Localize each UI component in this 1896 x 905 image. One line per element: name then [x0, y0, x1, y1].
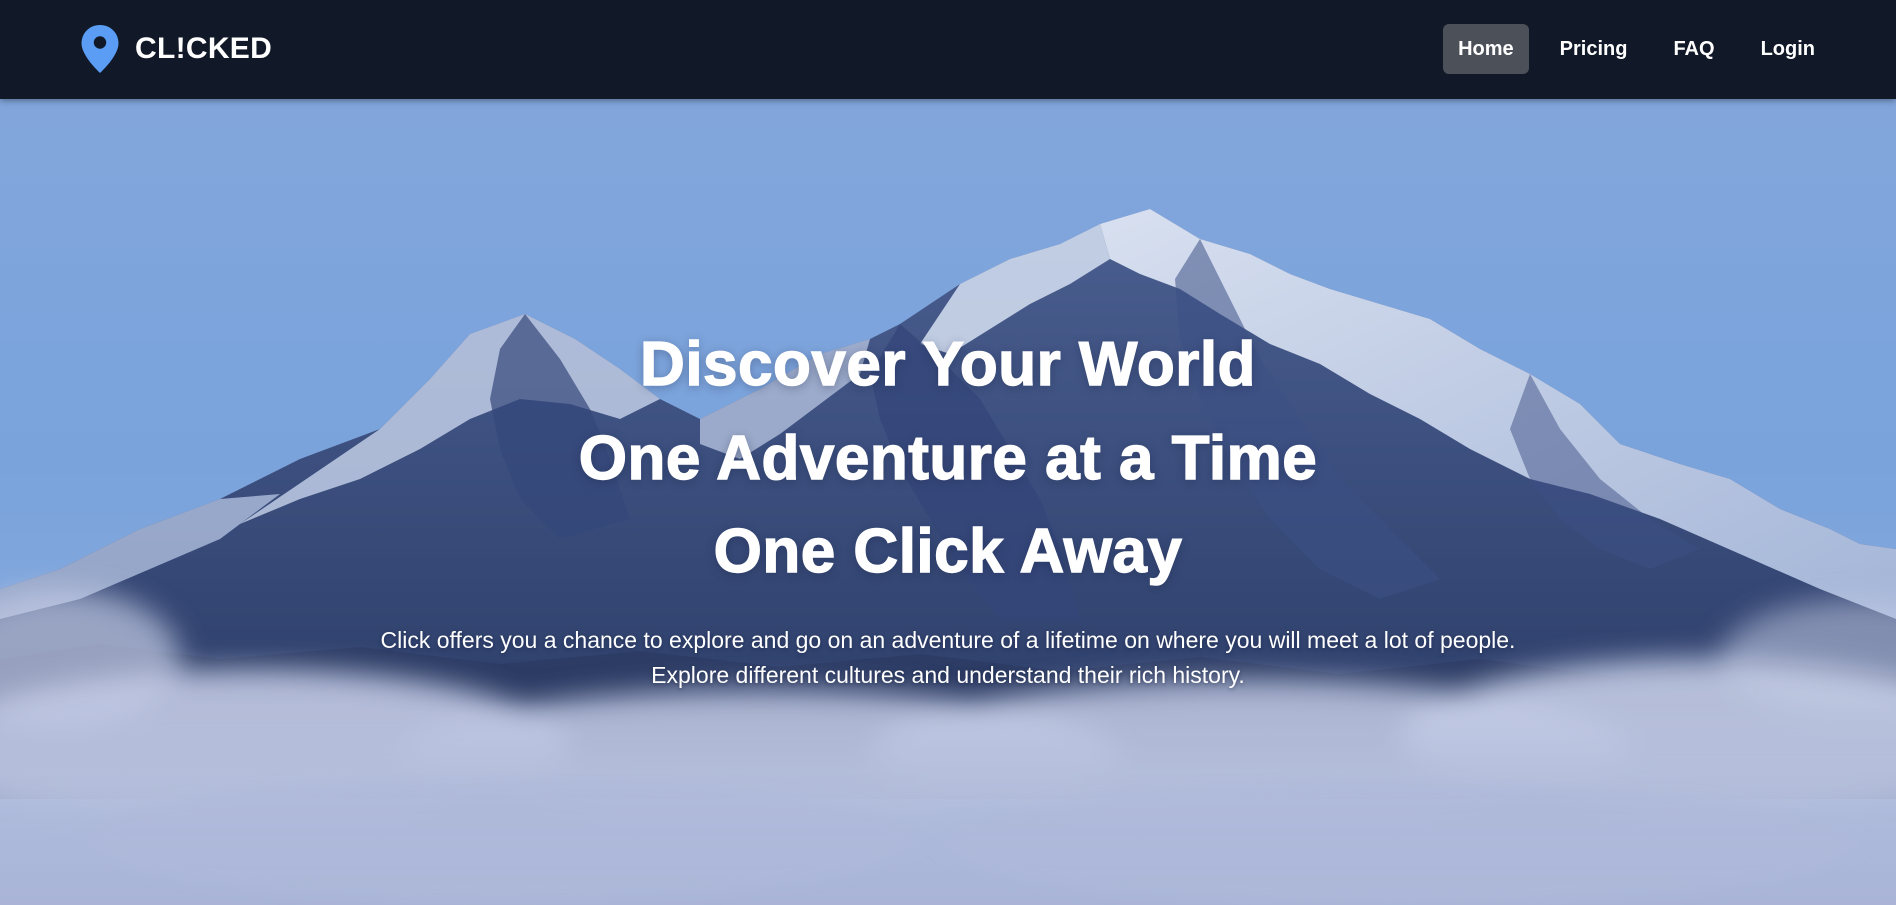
nav-faq-link[interactable]: FAQ: [1658, 24, 1729, 74]
hero-headline-line-3: One Click Away: [713, 516, 1183, 586]
top-navbar: CL!CKED Home Pricing FAQ Login: [0, 0, 1896, 99]
brand-logo-link[interactable]: CL!CKED: [80, 24, 272, 74]
brand-name: CL!CKED: [135, 32, 273, 65]
hero-headline-line-2: One Adventure at a Time: [578, 423, 1318, 493]
hero-headline-line-1: Discover Your World: [639, 329, 1256, 399]
map-pin-icon: [81, 25, 119, 73]
nav-login-link[interactable]: Login: [1746, 24, 1830, 74]
hero-subtitle: Click offers you a chance to explore and…: [380, 627, 1516, 688]
hero-content: Discover Your World One Adventure at a T…: [0, 99, 1896, 905]
hero-section: Discover Your World One Adventure at a T…: [0, 99, 1896, 905]
nav-pricing-link[interactable]: Pricing: [1545, 24, 1643, 74]
landing-page: CL!CKED Home Pricing FAQ Login Discover …: [0, 0, 1896, 905]
main-nav: Home Pricing FAQ Login: [1443, 24, 1830, 74]
nav-home-link[interactable]: Home: [1443, 24, 1529, 74]
